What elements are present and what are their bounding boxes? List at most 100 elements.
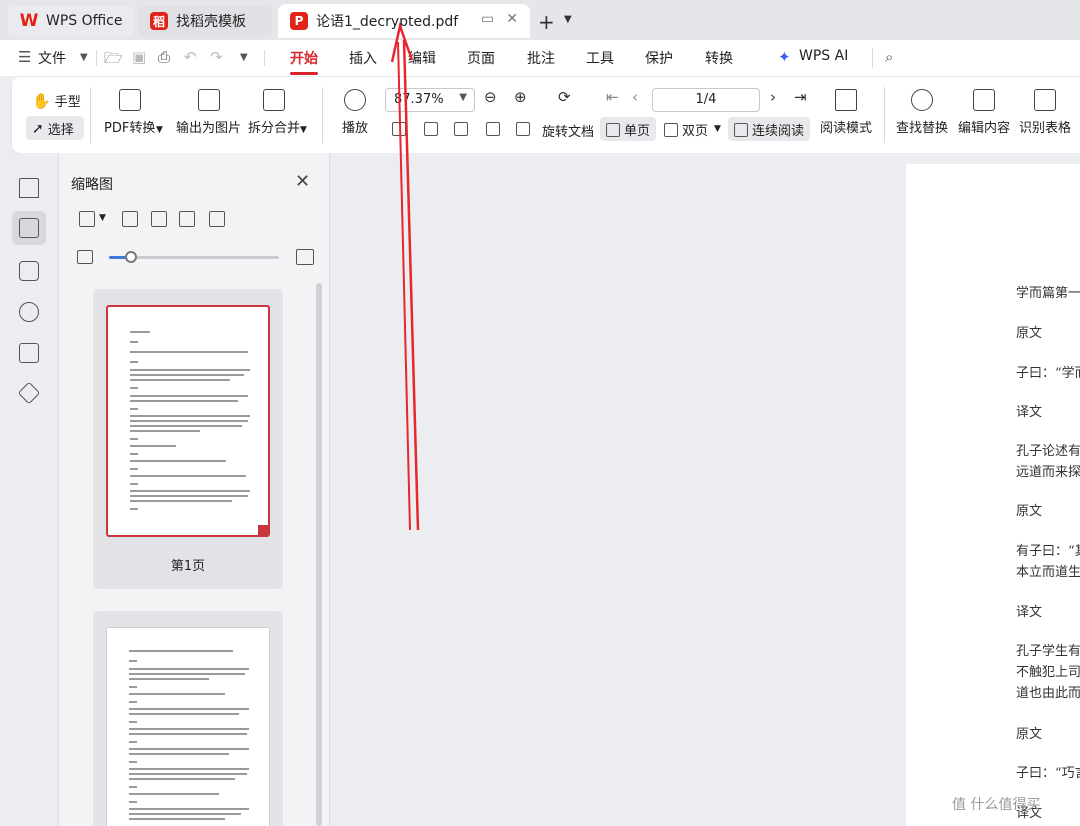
export-page-icon[interactable] (179, 211, 195, 227)
chevron-down-icon[interactable]: ▼ (300, 125, 307, 135)
menu-convert[interactable]: 转换 (705, 48, 733, 68)
split-merge-icon (263, 89, 285, 111)
close-tab-icon[interactable]: ✕ (506, 11, 518, 27)
menu-wps-ai[interactable]: WPS AI (799, 48, 848, 64)
bookmark-icon[interactable] (19, 178, 39, 198)
fit-page-icon[interactable] (424, 122, 438, 136)
rotate-document-button[interactable]: 旋转文档 (542, 121, 594, 140)
insert-page-icon[interactable] (151, 211, 167, 227)
zoom-out-icon[interactable]: ⊖ (484, 88, 497, 106)
search-icon[interactable]: ⌕ (885, 48, 893, 66)
panel-title: 缩略图 (71, 177, 113, 193)
find-replace-button[interactable]: 查找替换 (896, 89, 948, 136)
document-page: 学而篇第一原文子曰：“学而译文孔子论述有远道而来探原文有子曰：“其本立而道生译文… (906, 164, 1080, 826)
document-line: 不触犯上司 (1016, 665, 1080, 680)
rotate-icon[interactable]: ⟳ (558, 88, 571, 106)
screen-icon[interactable]: ▭ (481, 11, 494, 27)
undo-icon[interactable]: ↶ (184, 48, 197, 66)
menu-file[interactable]: 文件 (38, 48, 66, 68)
chevron-down-icon[interactable]: ▼ (80, 52, 88, 63)
table-icon (1034, 89, 1056, 111)
signature-icon[interactable] (19, 343, 39, 363)
fit-width-icon[interactable] (454, 122, 468, 136)
export-image-button[interactable]: 输出为图片 (176, 89, 241, 136)
page-number-input[interactable]: 1/4 (652, 88, 760, 112)
replace-page-icon[interactable] (209, 211, 225, 227)
document-line: 孔子学生有 (1016, 644, 1080, 659)
search-icon (911, 89, 933, 111)
page-preview (106, 627, 270, 826)
document-line: 译文 (1016, 605, 1043, 620)
tab-pdf-document[interactable]: P 论语1_decrypted.pdf ▭ ✕ (278, 4, 530, 38)
next-page-icon[interactable]: › (770, 88, 776, 106)
close-icon[interactable]: ✕ (295, 171, 310, 192)
chevron-down-icon[interactable]: ▼ (156, 125, 163, 135)
document-line: 孔子论述有 (1016, 444, 1080, 459)
edit-icon (973, 89, 995, 111)
document-area: 学而篇第一原文子曰：“学而译文孔子论述有远道而来探原文有子曰：“其本立而道生译文… (330, 153, 1080, 826)
rotate-right-icon[interactable] (516, 122, 530, 136)
pdf-convert-button[interactable]: PDF转换 (104, 89, 155, 136)
menu-protect[interactable]: 保护 (645, 48, 673, 68)
rotate-left-icon[interactable] (486, 122, 500, 136)
slider-handle[interactable] (125, 251, 137, 263)
menu-edit[interactable]: 编辑 (408, 48, 436, 68)
document-line: 译文 (1016, 405, 1043, 420)
chevron-down-icon[interactable]: ▼ (240, 52, 248, 63)
read-mode-button[interactable]: 阅读模式 (820, 89, 872, 136)
open-folder-icon[interactable]: 🗁 (104, 48, 123, 73)
print-icon[interactable]: ⎙ (158, 48, 170, 66)
split-merge-button[interactable]: 拆分合并 (248, 89, 300, 136)
redo-icon[interactable]: ↷ (210, 48, 223, 66)
double-page-button[interactable]: 双页 (664, 120, 708, 139)
chevron-down-icon[interactable]: ▼ (459, 92, 467, 103)
chevron-down-icon[interactable]: ▼ (564, 14, 572, 25)
hand-tool-button[interactable]: ✋ 手型 (32, 91, 81, 111)
tab-template[interactable]: 稻 找稻壳模板 (138, 6, 272, 36)
save-icon[interactable]: ▣ (132, 48, 146, 66)
menu-annotate[interactable]: 批注 (527, 48, 555, 68)
document-line: 原文 (1016, 727, 1043, 742)
wps-ai-icon[interactable]: ✦ (778, 48, 791, 66)
page-preview (106, 305, 270, 537)
single-page-button[interactable]: 单页 (606, 120, 650, 139)
book-icon (835, 89, 857, 111)
thumbnail-scrollbar[interactable] (316, 283, 322, 826)
thumbnail-page-1[interactable]: 第1页 (93, 289, 283, 589)
thumbnail-page-2[interactable] (93, 611, 283, 826)
select-tool-button[interactable]: ➚ 选择 (32, 119, 74, 139)
continuous-read-button[interactable]: 连续阅读 (734, 120, 804, 139)
menu-insert[interactable]: 插入 (349, 48, 377, 68)
document-line: 原文 (1016, 326, 1043, 341)
chevron-down-icon[interactable]: ▼ (99, 213, 106, 223)
thumbnail-icon[interactable] (19, 218, 39, 238)
menu-tools[interactable]: 工具 (586, 48, 614, 68)
play-button[interactable]: 播放 (342, 89, 368, 136)
zoom-in-icon[interactable]: ⊕ (514, 88, 527, 106)
first-page-icon[interactable]: ⇤ (606, 88, 619, 106)
document-line: 子曰：“学而 (1016, 366, 1080, 381)
edit-content-button[interactable]: 编辑内容 (958, 89, 1010, 136)
hamburger-icon[interactable]: ☰ (18, 48, 31, 66)
tab-wps-office[interactable]: W WPS Office (8, 6, 134, 36)
tab-bar: W WPS Office 稻 找稻壳模板 P 论语1_decrypted.pdf… (0, 0, 1080, 40)
zoom-input[interactable]: 87.37% ▼ (385, 88, 475, 112)
new-tab-icon[interactable]: + (538, 10, 555, 34)
wps-logo-icon: W (19, 11, 39, 31)
layers-icon[interactable] (17, 381, 41, 405)
attachment-icon[interactable] (19, 302, 39, 322)
thumbnail-size-slider[interactable] (109, 251, 279, 263)
last-page-icon[interactable]: ⇥ (794, 88, 807, 106)
actual-size-icon[interactable] (392, 122, 406, 136)
menu-start[interactable]: 开始 (290, 48, 318, 75)
thumbnail-panel: 缩略图 ✕ ▼ 第1页 (58, 153, 330, 826)
chevron-down-icon[interactable]: ▼ (714, 124, 721, 134)
add-page-icon[interactable] (122, 211, 138, 227)
document-line: 本立而道生 (1016, 565, 1080, 580)
menu-page[interactable]: 页面 (467, 48, 495, 68)
recognize-table-button[interactable]: 识别表格 (1019, 89, 1071, 136)
prev-page-icon[interactable]: ‹ (632, 88, 638, 106)
hand-icon: ✋ (32, 91, 51, 110)
comment-icon[interactable] (19, 261, 39, 281)
grid-view-icon[interactable] (79, 211, 95, 227)
